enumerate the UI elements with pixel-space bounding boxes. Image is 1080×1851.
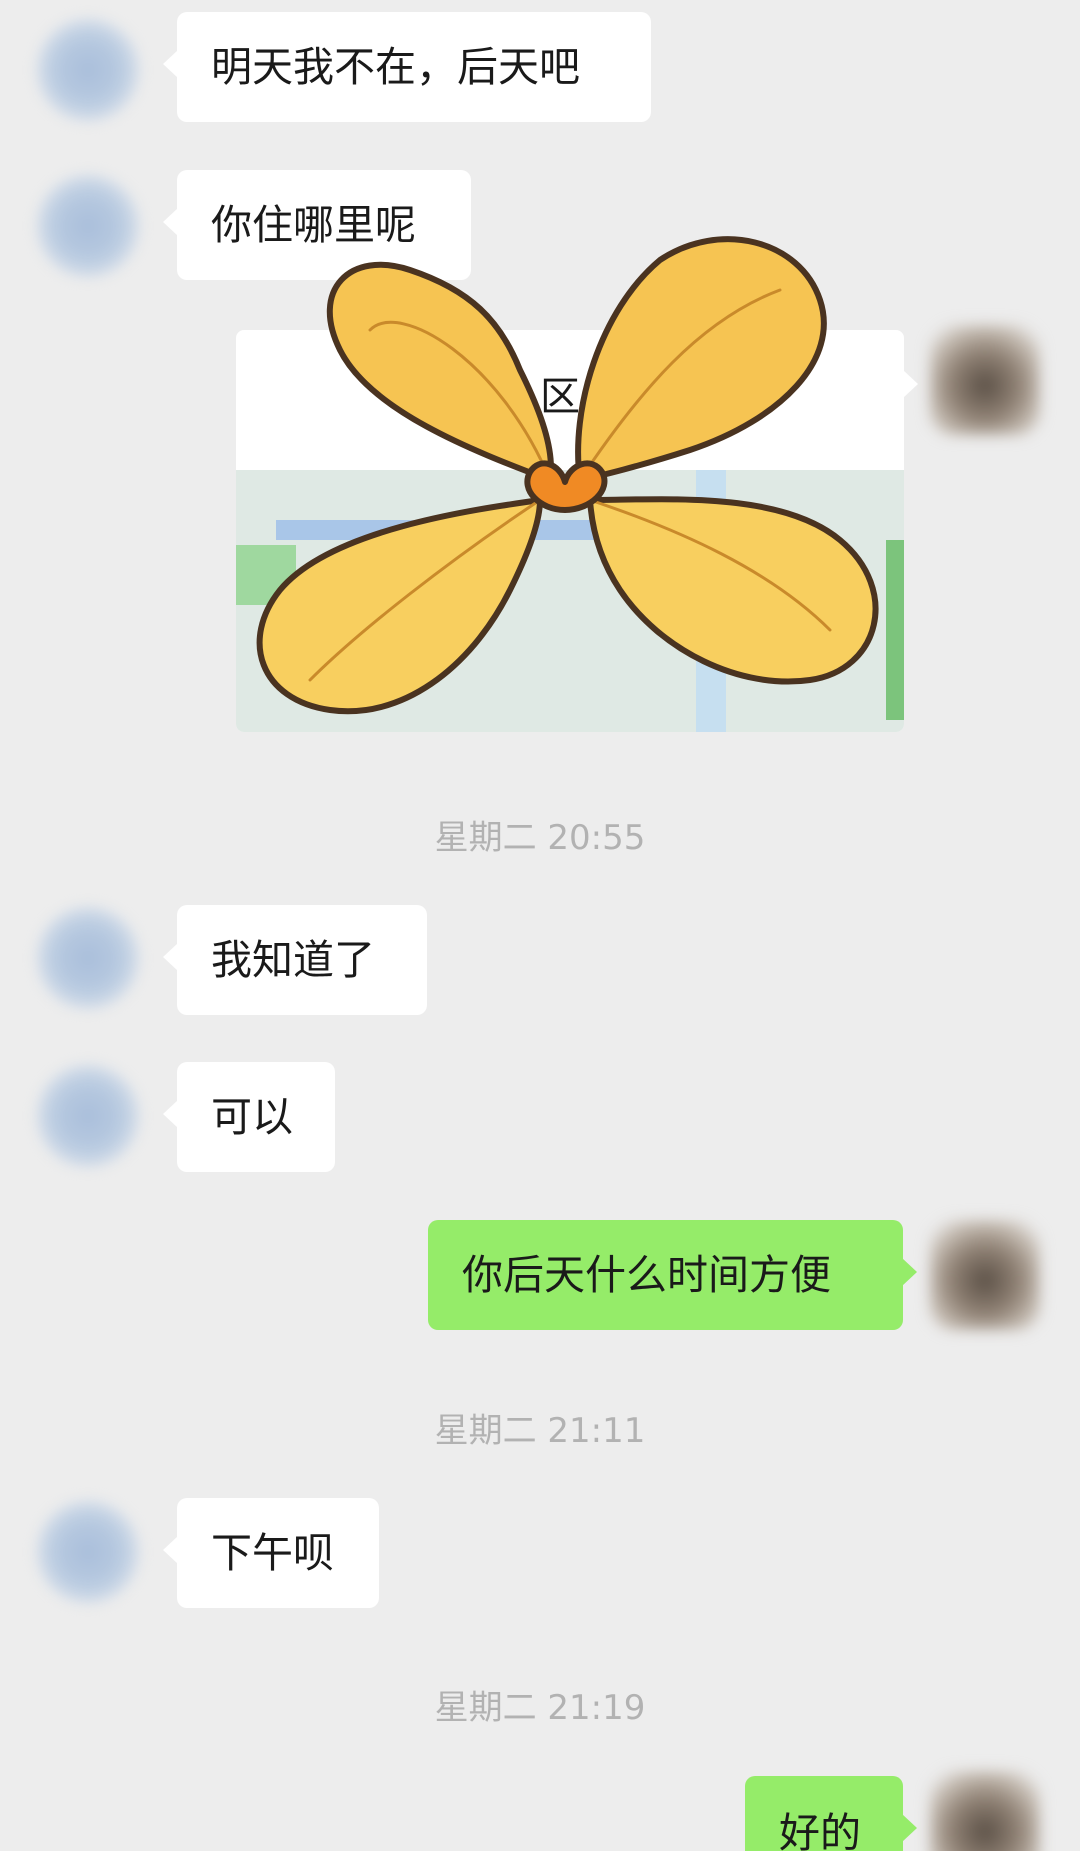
contact-avatar[interactable] [36,174,140,278]
incoming-message-bubble[interactable]: 我知道了 [163,905,427,1015]
outgoing-message-bubble[interactable]: 好的 [745,1776,917,1851]
chat-screen[interactable]: 明天我不在，后天吧 你住哪里呢 区 星期二 20:55 我知道了 可以 你后天什… [0,0,1080,1851]
message-text: 你后天什么时间方便 [462,1251,831,1299]
incoming-message-bubble[interactable]: 明天我不在，后天吧 [163,12,651,122]
contact-avatar[interactable] [36,1064,140,1168]
message-text: 可以 [211,1093,293,1141]
message-text: 我知道了 [211,936,375,984]
timestamp: 星期二 21:19 [434,1688,646,1728]
contact-avatar[interactable] [36,18,140,122]
message-text: 下午呗 [211,1529,334,1577]
outgoing-message-bubble[interactable]: 你后天什么时间方便 [428,1220,917,1330]
incoming-message-bubble[interactable]: 下午呗 [163,1498,379,1608]
incoming-message-bubble[interactable]: 可以 [163,1062,335,1172]
my-avatar[interactable] [930,1220,1040,1330]
contact-avatar[interactable] [36,906,140,1010]
timestamp: 星期二 21:11 [434,1411,646,1451]
contact-avatar[interactable] [36,1500,140,1604]
message-text: 好的 [779,1809,861,1851]
timestamp: 星期二 20:55 [434,818,646,858]
message-text: 明天我不在，后天吧 [211,43,580,91]
flower-sticker-icon [256,236,879,715]
my-avatar[interactable] [930,325,1040,435]
my-avatar[interactable] [930,1771,1040,1851]
